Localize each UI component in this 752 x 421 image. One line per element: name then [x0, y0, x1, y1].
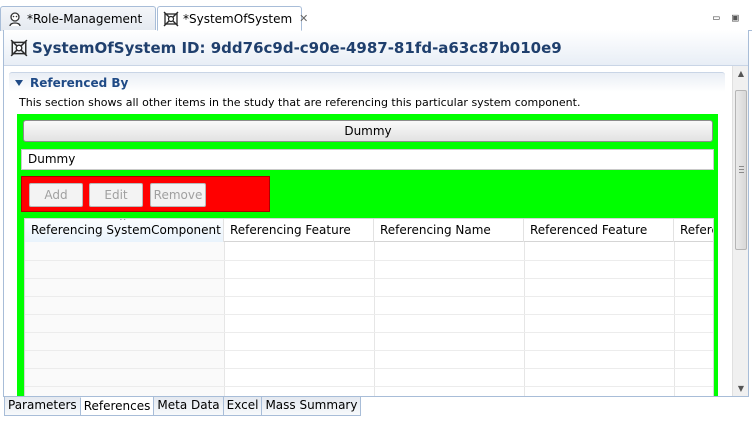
- column-header-referenced-feature[interactable]: Referenced Feature: [524, 219, 674, 242]
- column-divider: [374, 242, 375, 396]
- table-row-divider: [25, 296, 713, 297]
- section-header-referenced-by[interactable]: Referenced By: [9, 72, 725, 92]
- table-row-divider: [25, 350, 713, 351]
- action-buttons-panel: Add Edit Remove: [21, 176, 270, 212]
- table-row-divider: [25, 314, 713, 315]
- tab-system-of-system[interactable]: *SystemOfSystem ✕: [157, 6, 308, 31]
- column-header-label: Refere: [680, 223, 713, 237]
- scroll-up-icon[interactable]: ▲: [733, 66, 748, 82]
- grip-line: [739, 166, 744, 167]
- collapse-arrow-icon[interactable]: [15, 79, 23, 86]
- column-header-truncated[interactable]: Refere: [674, 219, 713, 242]
- references-table[interactable]: Referencing SystemComponent ^ Referencin…: [24, 218, 714, 396]
- remove-button[interactable]: Remove: [150, 183, 206, 207]
- role-icon: [7, 11, 23, 27]
- tab-role-management-label: *Role-Management: [27, 12, 143, 26]
- tab-role-management[interactable]: *Role-Management: [0, 6, 156, 31]
- table-header: Referencing SystemComponent ^ Referencin…: [25, 219, 713, 242]
- column-header-referencing-feature[interactable]: Referencing Feature: [224, 219, 374, 242]
- column-header-referencing-system-component[interactable]: Referencing SystemComponent ^: [25, 219, 224, 242]
- editor-frame: SystemOfSystem ID: 9dd76c9d-c90e-4987-81…: [3, 30, 749, 397]
- table-row-divider: [25, 278, 713, 279]
- tab-mass-summary[interactable]: Mass Summary: [261, 397, 362, 416]
- maximize-icon[interactable]: ▣: [732, 11, 739, 24]
- table-row-divider: [25, 368, 713, 369]
- grip-line: [739, 172, 744, 173]
- table-row-divider: [25, 386, 713, 387]
- system-icon: [163, 11, 179, 27]
- vertical-scrollbar[interactable]: ▲ ▼: [732, 66, 748, 396]
- column-header-label: Referenced Feature: [530, 223, 648, 237]
- add-button[interactable]: Add: [29, 183, 83, 207]
- column-divider: [674, 242, 675, 396]
- referenced-by-panel: Dummy Dummy Add Edit Remove Referencing …: [17, 114, 718, 396]
- tab-system-of-system-label: *SystemOfSystem: [183, 11, 293, 26]
- sorted-column-background: [25, 242, 224, 396]
- section-title: Referenced By: [30, 75, 129, 90]
- column-header-label: Referencing Feature: [230, 223, 351, 237]
- tab-meta-data[interactable]: Meta Data: [153, 397, 224, 416]
- tab-references[interactable]: References: [79, 397, 155, 416]
- column-divider: [224, 242, 225, 396]
- edit-button[interactable]: Edit: [89, 183, 143, 207]
- table-row-divider: [25, 260, 713, 261]
- tab-excel[interactable]: Excel: [222, 397, 263, 416]
- editor-header: SystemOfSystem ID: 9dd76c9d-c90e-4987-81…: [4, 30, 748, 66]
- dummy-button[interactable]: Dummy: [23, 120, 713, 142]
- scrollbar-thumb[interactable]: [735, 90, 747, 250]
- editor-tab-bar: *Role-Management *SystemOfSystem ✕ ▭ ▣: [0, 0, 752, 31]
- sort-indicator-icon: ^: [119, 219, 127, 227]
- column-header-referencing-name[interactable]: Referencing Name: [374, 219, 524, 242]
- system-icon: [10, 39, 28, 57]
- section-description: This section shows all other items in th…: [19, 96, 581, 109]
- grip-line: [739, 169, 744, 170]
- dummy-text-field[interactable]: Dummy: [21, 149, 714, 170]
- tab-parameters[interactable]: Parameters: [4, 397, 81, 416]
- scroll-down-icon[interactable]: ▼: [733, 381, 748, 396]
- column-divider: [524, 242, 525, 396]
- page-title: SystemOfSystem ID: 9dd76c9d-c90e-4987-81…: [32, 38, 562, 57]
- table-row-divider: [25, 332, 713, 333]
- bottom-tab-bar: Parameters References Meta Data Excel Ma…: [4, 397, 362, 417]
- close-icon[interactable]: ✕: [299, 12, 308, 25]
- minimize-icon[interactable]: ▭: [713, 11, 720, 24]
- column-header-label: Referencing Name: [380, 223, 491, 237]
